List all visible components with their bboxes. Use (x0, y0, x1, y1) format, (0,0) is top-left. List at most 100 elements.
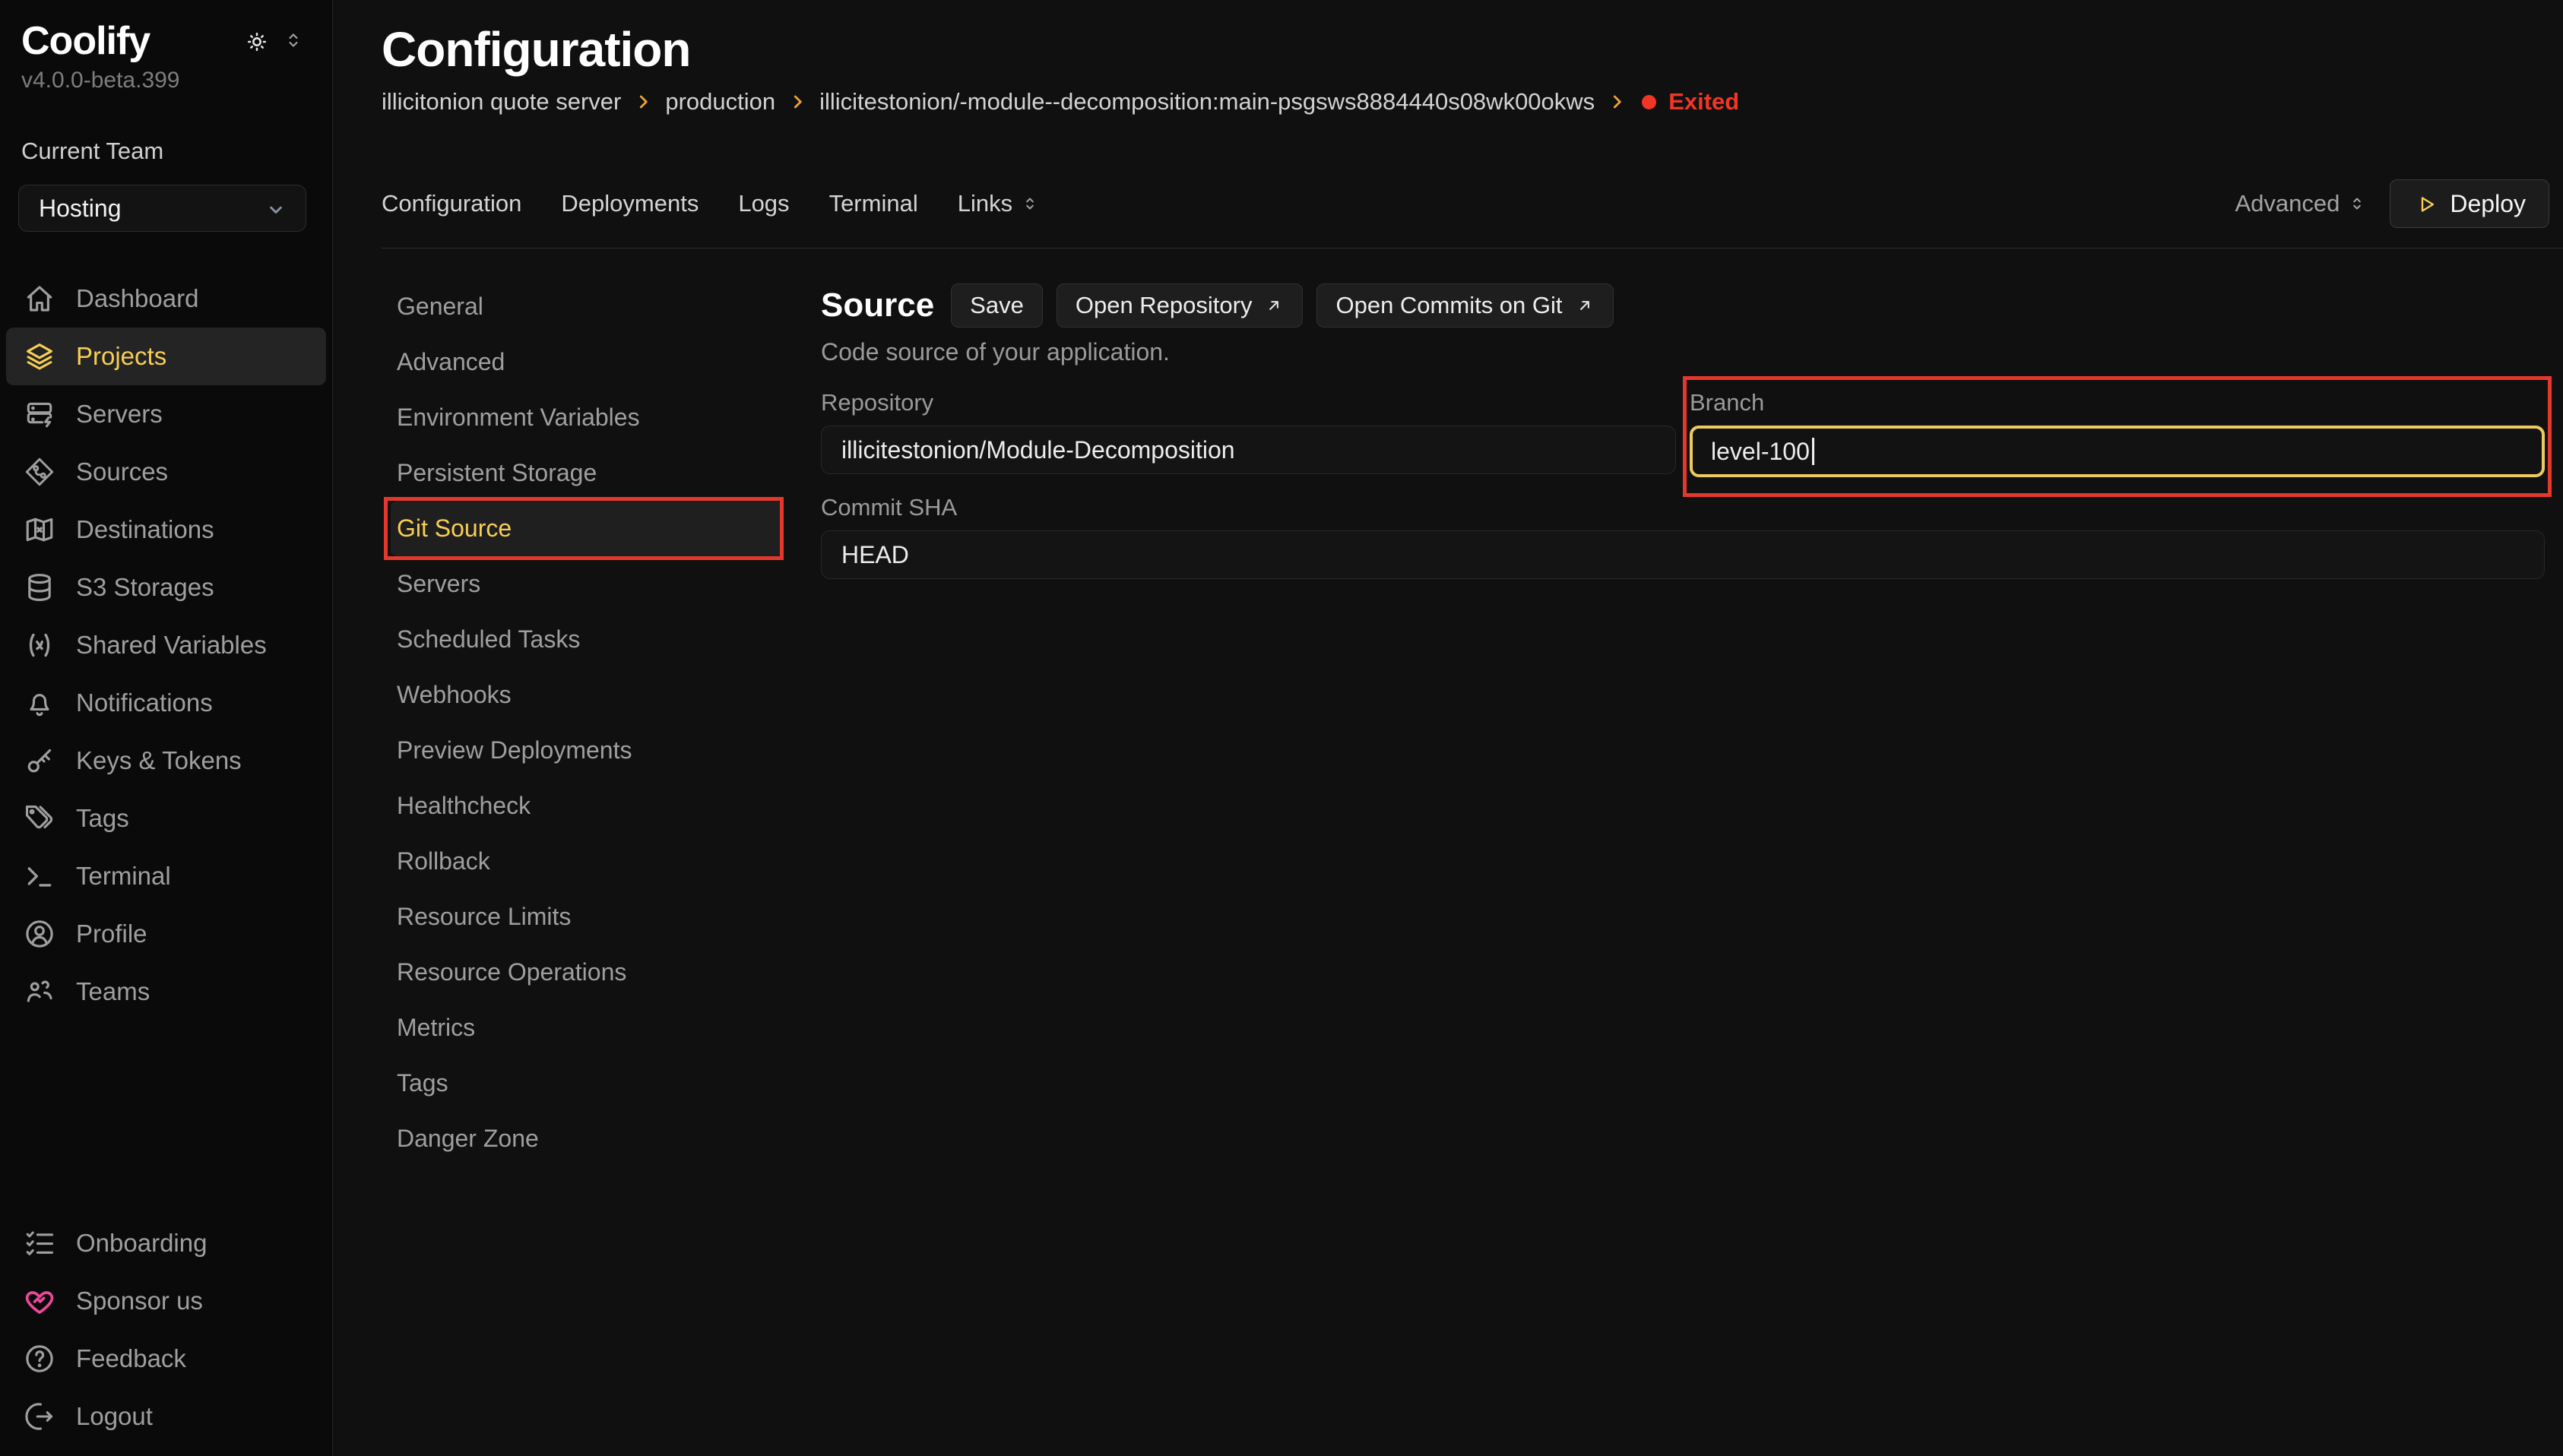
server-icon (23, 397, 56, 431)
configuration-subnav: General Advanced Environment Variables P… (382, 279, 792, 1456)
subnav-item-rollback[interactable]: Rollback (382, 834, 792, 889)
subnav-item-danger-zone[interactable]: Danger Zone (382, 1111, 792, 1166)
tab-configuration[interactable]: Configuration (382, 190, 521, 217)
sidebar-item-logout[interactable]: Logout (6, 1388, 326, 1445)
page-title: Configuration (382, 23, 2549, 76)
sidebar: Coolify v4.0.0-beta.399 Current Team Hos… (0, 0, 333, 1456)
branch-label: Branch (1690, 389, 2545, 416)
sidebar-nav: Dashboard Projects Servers (0, 270, 332, 1021)
section-title: Source (821, 286, 934, 324)
chevron-right-icon (1607, 92, 1627, 112)
subnav-item-tags[interactable]: Tags (382, 1056, 792, 1111)
section-description: Code source of your application. (821, 338, 2545, 366)
status-badge: Exited (1668, 88, 1739, 116)
external-link-icon (1575, 296, 1595, 315)
subnav-item-servers[interactable]: Servers (382, 556, 792, 612)
variables-icon (23, 628, 56, 662)
database-icon (23, 571, 56, 604)
sidebar-item-sources[interactable]: Sources (6, 443, 326, 501)
sidebar-item-terminal[interactable]: Terminal (6, 847, 326, 905)
text-cursor (1812, 438, 1814, 465)
sidebar-item-tags[interactable]: Tags (6, 790, 326, 847)
sidebar-item-dashboard[interactable]: Dashboard (6, 270, 326, 328)
play-icon (2413, 192, 2436, 215)
repository-field: Repository illicitestonion/Module-Decomp… (821, 389, 1676, 477)
sidebar-item-s3-storages[interactable]: S3 Storages (6, 559, 326, 616)
chevron-down-icon (263, 197, 286, 220)
advanced-menu[interactable]: Advanced (2235, 190, 2368, 217)
app-version: v4.0.0-beta.399 (0, 63, 332, 93)
tab-terminal[interactable]: Terminal (829, 190, 918, 217)
breadcrumb: illicitonion quote server production ill… (382, 88, 2549, 116)
tab-logs[interactable]: Logs (738, 190, 789, 217)
subnav-item-metrics[interactable]: Metrics (382, 1000, 792, 1056)
source-section-header: Source Save Open Repository Open Commits… (821, 283, 2545, 328)
brand-row: Coolify (0, 0, 332, 63)
home-icon (23, 282, 56, 315)
subnav-item-resource-operations[interactable]: Resource Operations (382, 945, 792, 1000)
sidebar-item-sponsor-us[interactable]: Sponsor us (6, 1272, 326, 1330)
sidebar-item-notifications[interactable]: Notifications (6, 674, 326, 732)
sidebar-item-projects[interactable]: Projects (6, 328, 326, 385)
current-team-label: Current Team (0, 93, 332, 165)
terminal-icon (23, 859, 56, 893)
sidebar-item-profile[interactable]: Profile (6, 905, 326, 963)
map-icon (23, 513, 56, 546)
breadcrumb-environment[interactable]: production (665, 88, 775, 116)
sidebar-item-onboarding[interactable]: Onboarding (6, 1214, 326, 1272)
subnav-item-git-source[interactable]: Git Source (391, 501, 783, 556)
sidebar-item-servers[interactable]: Servers (6, 385, 326, 443)
tags-icon (23, 802, 56, 835)
tab-actions: Advanced Deploy (2235, 179, 2550, 228)
users-icon (23, 975, 56, 1008)
subnav-item-environment-variables[interactable]: Environment Variables (382, 390, 792, 445)
subnav-item-healthcheck[interactable]: Healthcheck (382, 778, 792, 834)
team-select[interactable]: Hosting (18, 185, 306, 232)
breadcrumb-resource[interactable]: illicitestonion/-module--decomposition:m… (819, 88, 1595, 116)
subnav-item-resource-limits[interactable]: Resource Limits (382, 889, 792, 945)
subnav-item-webhooks[interactable]: Webhooks (382, 667, 792, 723)
coolify-app: Coolify v4.0.0-beta.399 Current Team Hos… (0, 0, 2563, 1456)
branch-input[interactable]: level-100 (1690, 426, 2545, 477)
theme-toggle-sun-icon[interactable] (244, 29, 267, 52)
subnav-item-persistent-storage[interactable]: Persistent Storage (382, 445, 792, 501)
commit-sha-label: Commit SHA (821, 494, 2545, 521)
sidebar-item-destinations[interactable]: Destinations (6, 501, 326, 559)
chevron-right-icon (633, 92, 653, 112)
branch-field: Branch level-100 (1690, 389, 2545, 477)
sidebar-footer-nav: Onboarding Sponsor us Feedback (0, 1214, 332, 1445)
commit-sha-field: Commit SHA HEAD (821, 494, 2545, 579)
source-fields: Repository illicitestonion/Module-Decomp… (821, 389, 2545, 579)
commit-sha-input[interactable]: HEAD (821, 530, 2545, 579)
subnav-item-preview-deployments[interactable]: Preview Deployments (382, 723, 792, 778)
sidebar-item-keys-tokens[interactable]: Keys & Tokens (6, 732, 326, 790)
tab-links[interactable]: Links (958, 190, 1040, 217)
help-circle-icon (23, 1342, 56, 1375)
deploy-button[interactable]: Deploy (2390, 179, 2549, 228)
repository-input[interactable]: illicitestonion/Module-Decomposition (821, 426, 1676, 474)
team-select-value: Hosting (39, 195, 122, 223)
logout-icon (23, 1400, 56, 1433)
subnav-item-general[interactable]: General (382, 279, 792, 334)
sidebar-item-shared-variables[interactable]: Shared Variables (6, 616, 326, 674)
tab-deployments[interactable]: Deployments (561, 190, 699, 217)
key-icon (23, 744, 56, 777)
sidebar-collapse-icon[interactable] (282, 29, 305, 52)
breadcrumb-project[interactable]: illicitonion quote server (382, 88, 621, 116)
configuration-content: General Advanced Environment Variables P… (333, 248, 2563, 1456)
git-source-annotated-row: Git Source (382, 501, 792, 556)
save-button[interactable]: Save (951, 283, 1043, 328)
sidebar-item-teams[interactable]: Teams (6, 963, 326, 1021)
subnav-item-scheduled-tasks[interactable]: Scheduled Tasks (382, 612, 792, 667)
resource-tabs: Configuration Deployments Logs Terminal … (382, 190, 1040, 217)
open-commits-button[interactable]: Open Commits on Git (1316, 283, 1613, 328)
open-repository-button[interactable]: Open Repository (1057, 283, 1304, 328)
heart-icon (23, 1284, 56, 1318)
subnav-item-advanced[interactable]: Advanced (382, 334, 792, 390)
page-header: Configuration illicitonion quote server … (333, 0, 2563, 116)
sidebar-item-feedback[interactable]: Feedback (6, 1330, 326, 1388)
tabbar: Configuration Deployments Logs Terminal … (333, 179, 2563, 228)
chevrons-up-down-icon (2347, 194, 2367, 214)
git-source-icon (23, 455, 56, 489)
chevron-right-icon (787, 92, 807, 112)
